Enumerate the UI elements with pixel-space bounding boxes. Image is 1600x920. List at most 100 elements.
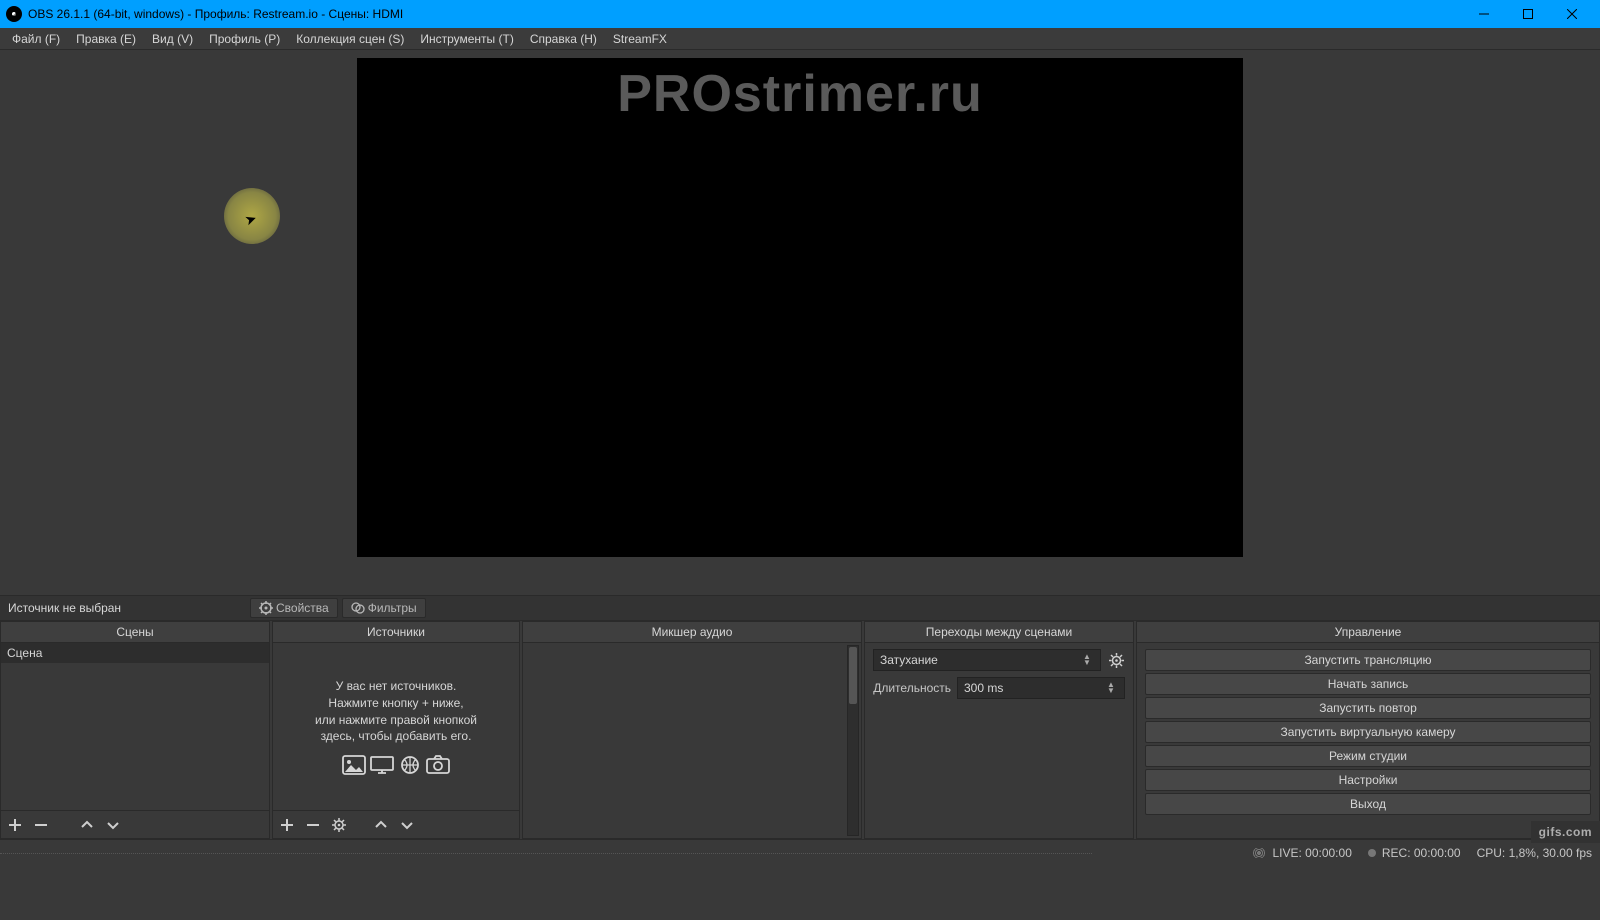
menu-scene-collection[interactable]: Коллекция сцен (S)	[288, 28, 412, 49]
chevron-up-icon	[80, 818, 94, 832]
camera-icon	[426, 755, 450, 775]
scenes-title: Сцены	[1, 622, 269, 643]
cursor-icon: ➤	[243, 209, 260, 229]
mixer-body[interactable]	[523, 643, 861, 838]
menubar: Файл (F) Правка (E) Вид (V) Профиль (P) …	[0, 28, 1600, 50]
menu-profile[interactable]: Профиль (P)	[201, 28, 288, 49]
sources-empty-text: У вас нет источников.	[336, 678, 457, 695]
mixer-title: Микшер аудио	[523, 622, 861, 643]
controls-body: Запустить трансляцию Начать запись Запус…	[1137, 643, 1599, 838]
gear-icon	[1109, 653, 1124, 668]
filters-label: Фильтры	[368, 601, 417, 615]
maximize-button[interactable]	[1506, 0, 1550, 28]
status-live: LIVE: 00:00:00	[1252, 846, 1351, 860]
menu-view[interactable]: Вид (V)	[144, 28, 201, 49]
source-settings-button[interactable]	[331, 817, 347, 833]
menu-streamfx[interactable]: StreamFX	[605, 28, 675, 49]
transitions-title: Переходы между сценами	[865, 622, 1133, 643]
duration-label: Длительность	[873, 681, 951, 695]
preview-watermark: PROstrimer.ru	[357, 64, 1243, 124]
docks-row: Сцены Сцена Источники У вас нет источник…	[0, 621, 1600, 839]
menu-edit[interactable]: Правка (E)	[68, 28, 144, 49]
gifs-badge: gifs.com	[1531, 821, 1600, 843]
minimize-icon	[1479, 9, 1489, 19]
chevron-down-icon	[400, 818, 414, 832]
record-dot-icon	[1368, 849, 1376, 857]
close-icon	[1567, 9, 1577, 19]
duration-spinbox[interactable]: 300 ms ▲▼	[957, 677, 1125, 699]
scene-down-button[interactable]	[105, 817, 121, 833]
preview-area[interactable]: PROstrimer.ru ➤	[0, 50, 1600, 595]
scene-remove-button[interactable]	[33, 817, 49, 833]
exit-button[interactable]: Выход	[1145, 793, 1591, 815]
plus-icon	[280, 818, 294, 832]
preview-canvas[interactable]: PROstrimer.ru	[357, 58, 1243, 557]
maximize-icon	[1523, 9, 1533, 19]
scrollbar-thumb[interactable]	[849, 647, 857, 704]
source-status-label: Источник не выбран	[6, 601, 246, 615]
chevron-up-icon	[374, 818, 388, 832]
settings-button[interactable]: Настройки	[1145, 769, 1591, 791]
menu-file[interactable]: Файл (F)	[4, 28, 68, 49]
start-virtualcam-button[interactable]: Запустить виртуальную камеру	[1145, 721, 1591, 743]
statusbar: LIVE: 00:00:00 REC: 00:00:00 CPU: 1,8%, …	[0, 839, 1600, 865]
combo-arrows-icon: ▲▼	[1080, 654, 1094, 666]
globe-icon	[398, 755, 422, 775]
sources-empty-text: или нажмите правой кнопкой	[315, 712, 477, 729]
source-add-button[interactable]	[279, 817, 295, 833]
source-up-button[interactable]	[373, 817, 389, 833]
mixer-scrollbar[interactable]	[847, 645, 859, 836]
transition-settings-button[interactable]	[1107, 651, 1125, 669]
studio-mode-button[interactable]: Режим студии	[1145, 745, 1591, 767]
sources-dock: Источники У вас нет источников. Нажмите …	[272, 621, 520, 839]
sources-empty-text: Нажмите кнопку + ниже,	[328, 695, 463, 712]
source-toolbar: Источник не выбран Свойства Фильтры	[0, 595, 1600, 621]
minimize-button[interactable]	[1462, 0, 1506, 28]
menu-tools[interactable]: Инструменты (T)	[412, 28, 521, 49]
sources-empty-icons	[342, 755, 450, 775]
plus-icon	[8, 818, 22, 832]
status-cpu-text: CPU: 1,8%, 30.00 fps	[1477, 846, 1592, 860]
window-title: OBS 26.1.1 (64-bit, windows) - Профиль: …	[28, 7, 1462, 21]
sources-empty-text: здесь, чтобы добавить его.	[321, 728, 472, 745]
filters-icon	[351, 601, 365, 615]
chevron-down-icon	[106, 818, 120, 832]
app-icon	[6, 6, 22, 22]
mixer-dock: Микшер аудио	[522, 621, 862, 839]
start-stream-button[interactable]: Запустить трансляцию	[1145, 649, 1591, 671]
controls-dock: Управление Запустить трансляцию Начать з…	[1136, 621, 1600, 839]
minus-icon	[306, 818, 320, 832]
scenes-list[interactable]: Сцена	[1, 643, 269, 810]
status-rec: REC: 00:00:00	[1368, 846, 1461, 860]
transition-selected: Затухание	[880, 653, 938, 667]
sources-toolbar	[273, 810, 519, 838]
properties-button[interactable]: Свойства	[250, 598, 338, 618]
start-replay-button[interactable]: Запустить повтор	[1145, 697, 1591, 719]
status-rec-text: REC: 00:00:00	[1382, 846, 1461, 860]
transitions-dock: Переходы между сценами Затухание ▲▼ Длит…	[864, 621, 1134, 839]
start-record-button[interactable]: Начать запись	[1145, 673, 1591, 695]
source-down-button[interactable]	[399, 817, 415, 833]
source-remove-button[interactable]	[305, 817, 321, 833]
display-icon	[370, 755, 394, 775]
filters-button[interactable]: Фильтры	[342, 598, 426, 618]
cursor-highlight: ➤	[224, 188, 280, 244]
scene-add-button[interactable]	[7, 817, 23, 833]
minus-icon	[34, 818, 48, 832]
sources-empty[interactable]: У вас нет источников. Нажмите кнопку + н…	[273, 643, 519, 810]
close-button[interactable]	[1550, 0, 1594, 28]
scene-item[interactable]: Сцена	[1, 643, 269, 663]
spinner-arrows-icon[interactable]: ▲▼	[1104, 682, 1118, 694]
controls-title: Управление	[1137, 622, 1599, 643]
status-live-text: LIVE: 00:00:00	[1272, 846, 1351, 860]
properties-label: Свойства	[276, 601, 329, 615]
image-icon	[342, 755, 366, 775]
scene-up-button[interactable]	[79, 817, 95, 833]
scenes-toolbar	[1, 810, 269, 838]
duration-value: 300 ms	[964, 681, 1003, 695]
gear-icon	[332, 818, 346, 832]
transition-select[interactable]: Затухание ▲▼	[873, 649, 1101, 671]
transitions-body: Затухание ▲▼ Длительность 300 ms ▲▼	[865, 643, 1133, 838]
scenes-dock: Сцены Сцена	[0, 621, 270, 839]
menu-help[interactable]: Справка (H)	[522, 28, 605, 49]
